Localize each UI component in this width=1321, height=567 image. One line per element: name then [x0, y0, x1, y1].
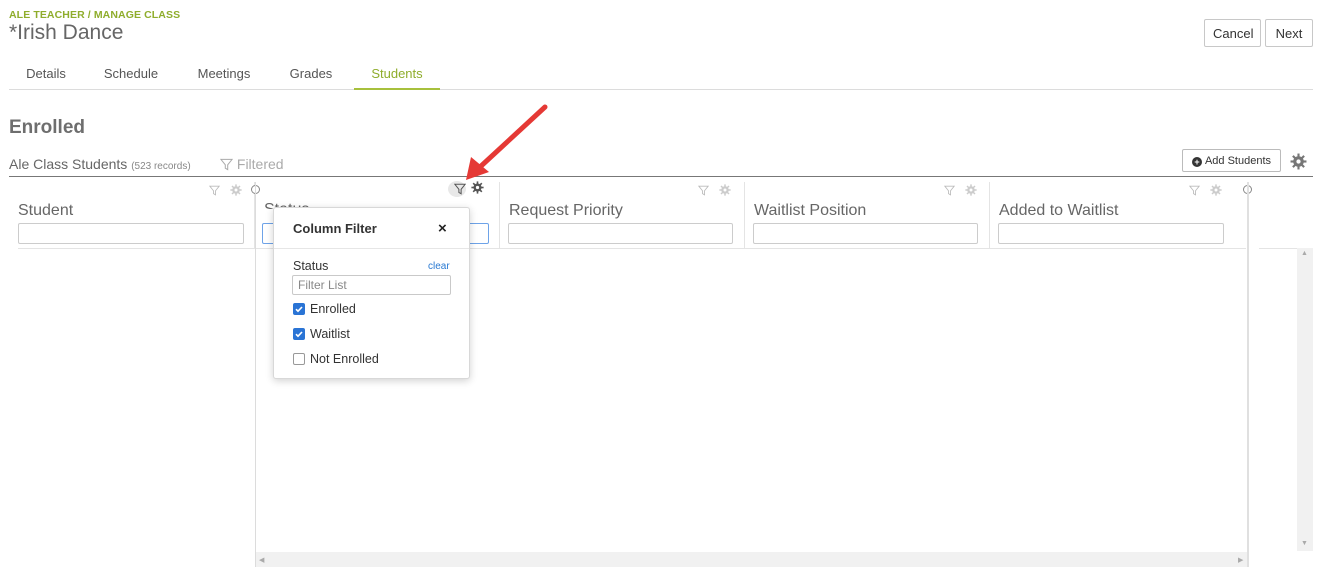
column-tools — [203, 183, 243, 201]
add-students-label: Add Students — [1204, 154, 1272, 167]
grid-title-text: Ale Class Students — [9, 156, 128, 172]
header-divider — [18, 248, 1246, 249]
filter-icon[interactable] — [448, 181, 467, 197]
checkbox-checked[interactable] — [293, 303, 305, 315]
next-button[interactable]: Next — [1265, 19, 1313, 47]
frozen-column-divider — [1247, 182, 1249, 567]
gear-icon[interactable] — [719, 184, 732, 196]
column-tools — [692, 183, 732, 201]
column-header-added-to-waitlist: Added to Waitlist — [990, 182, 1235, 248]
gear-icon[interactable] — [471, 181, 485, 194]
record-count: (523 records) — [131, 161, 191, 172]
added-to-waitlist-filter-input[interactable] — [998, 223, 1224, 244]
page-title: *Irish Dance — [9, 21, 124, 44]
scroll-up-icon[interactable]: ▲ — [1301, 250, 1308, 257]
scroll-left-icon[interactable]: ◀ — [259, 556, 264, 564]
filtered-label: Filtered — [236, 156, 284, 172]
request-priority-filter-input[interactable] — [508, 223, 733, 244]
waitlist-position-filter-input[interactable] — [753, 223, 978, 244]
tab-schedule[interactable]: Schedule — [101, 66, 161, 90]
horizontal-scrollbar[interactable]: ◀ ▶ — [256, 552, 1247, 567]
checkbox-unchecked[interactable] — [293, 353, 305, 365]
filter-icon[interactable] — [208, 185, 221, 196]
column-header-waitlist-position: Waitlist Position — [745, 182, 990, 248]
gear-icon[interactable] — [965, 184, 978, 196]
option-enrolled[interactable]: Enrolled — [293, 302, 356, 316]
close-icon[interactable]: × — [438, 220, 447, 237]
tab-meetings[interactable]: Meetings — [196, 66, 252, 90]
column-header-student: Student — [9, 182, 255, 248]
option-not-enrolled[interactable]: Not Enrolled — [293, 352, 379, 366]
filter-field-label: Status — [293, 259, 329, 273]
column-tools — [938, 183, 978, 201]
frozen-column-divider — [255, 182, 256, 567]
popup-divider — [274, 248, 469, 249]
filter-list-input[interactable] — [292, 275, 451, 295]
column-label: Student — [18, 202, 74, 219]
gear-icon[interactable] — [1290, 153, 1307, 175]
tab-students[interactable]: Students — [354, 66, 440, 90]
checkbox-checked[interactable] — [293, 328, 305, 340]
option-label: Not Enrolled — [310, 352, 379, 366]
filtered-indicator[interactable]: Filtered — [219, 156, 284, 172]
breadcrumb: ALE TEACHER / MANAGE CLASS — [9, 9, 181, 21]
option-label: Waitlist — [310, 327, 350, 341]
column-tools — [1183, 183, 1223, 201]
filter-icon[interactable] — [943, 185, 956, 196]
section-title: Enrolled — [9, 117, 86, 138]
tab-bar: Details Schedule Meetings Grades Student… — [9, 66, 1313, 90]
tab-grades[interactable]: Grades — [288, 66, 334, 90]
vertical-scrollbar[interactable]: ▲ ▼ — [1297, 248, 1313, 551]
column-tools — [448, 181, 485, 200]
column-label: Request Priority — [509, 202, 623, 219]
scroll-right-icon[interactable]: ▶ — [1238, 556, 1243, 564]
grid-title: Ale Class Students (523 records) — [9, 156, 191, 172]
filter-icon — [219, 158, 234, 171]
tab-details[interactable]: Details — [25, 66, 67, 90]
plus-circle-icon: + — [1191, 156, 1202, 167]
filter-icon[interactable] — [1188, 185, 1201, 196]
option-waitlist[interactable]: Waitlist — [293, 327, 350, 341]
add-students-button[interactable]: + Add Students — [1182, 149, 1281, 172]
filter-icon[interactable] — [697, 185, 710, 196]
column-label: Added to Waitlist — [999, 202, 1119, 219]
cancel-button[interactable]: Cancel — [1204, 19, 1261, 47]
clear-link[interactable]: clear — [428, 261, 450, 272]
column-header-request-priority: Request Priority — [500, 182, 745, 248]
student-filter-input[interactable] — [18, 223, 244, 244]
gear-icon[interactable] — [230, 184, 243, 196]
popup-title: Column Filter — [293, 221, 377, 236]
option-label: Enrolled — [310, 302, 356, 316]
column-filter-popup: Column Filter × Status clear Enrolled Wa… — [273, 207, 470, 379]
grid-header: Ale Class Students (523 records) Filtere… — [9, 155, 1313, 177]
scroll-down-icon[interactable]: ▼ — [1301, 540, 1308, 547]
column-label: Waitlist Position — [754, 202, 867, 219]
gear-icon[interactable] — [1210, 184, 1223, 196]
